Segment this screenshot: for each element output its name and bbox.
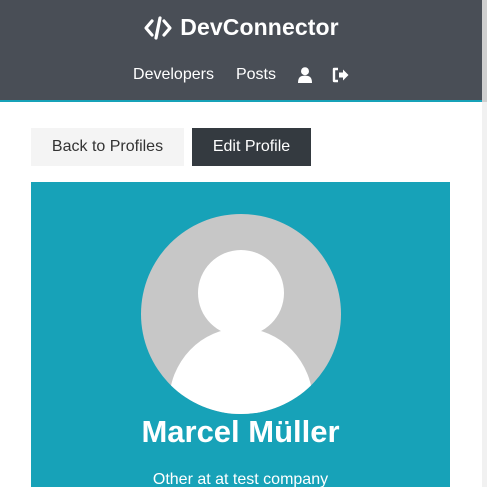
edit-profile-button[interactable]: Edit Profile — [192, 128, 311, 166]
sign-out-icon[interactable] — [332, 67, 349, 83]
nav-link-developers[interactable]: Developers — [133, 66, 214, 84]
profile-status: Other at at test company — [152, 471, 329, 487]
avatar-head-shape — [198, 250, 284, 336]
nav-link-posts[interactable]: Posts — [236, 66, 276, 84]
user-icon[interactable] — [297, 67, 312, 83]
default-avatar-icon — [141, 214, 341, 414]
profile-header: Marcel Müller Other at at test company — [31, 182, 450, 487]
code-icon — [143, 15, 173, 40]
nav-links: Developers Posts — [0, 66, 482, 84]
brand-link[interactable]: DevConnector — [0, 14, 482, 41]
avatar-body-shape — [169, 328, 313, 414]
back-to-profiles-button[interactable]: Back to Profiles — [31, 128, 184, 166]
brand-name: DevConnector — [180, 14, 339, 40]
scrollbar-thumb[interactable] — [482, 0, 487, 102]
page-scrollbar[interactable] — [482, 0, 487, 487]
top-navbar: DevConnector Developers Posts — [0, 0, 482, 102]
profile-name: Marcel Müller — [141, 414, 340, 449]
